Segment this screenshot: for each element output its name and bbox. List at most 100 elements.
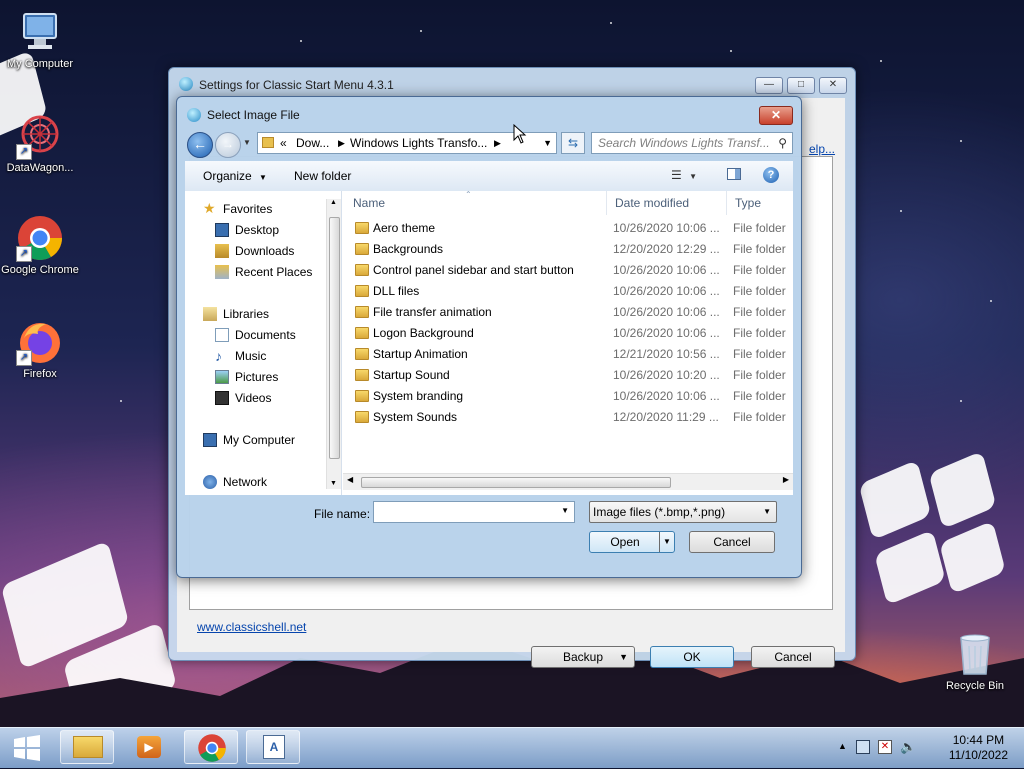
refresh-button[interactable]: ⇆: [561, 132, 585, 154]
nav-item-pictures[interactable]: Pictures: [215, 367, 341, 387]
nav-scrollbar-thumb[interactable]: [329, 217, 340, 459]
nav-item-recent-places[interactable]: Recent Places: [215, 262, 341, 282]
column-header-date[interactable]: Date modified: [607, 191, 727, 215]
column-header-type[interactable]: Type: [727, 191, 793, 215]
view-options-icon[interactable]: ☰ ▼: [671, 168, 697, 182]
desktop-icon-firefox[interactable]: ↗ Firefox: [0, 318, 80, 380]
file-type: File folder: [733, 326, 786, 340]
file-type: File folder: [733, 347, 786, 361]
network-tray-icon[interactable]: [856, 740, 870, 754]
desktop-icon-label: Firefox: [23, 368, 57, 380]
ok-label: OK: [683, 650, 701, 664]
file-name: File transfer animation: [373, 305, 492, 319]
close-button[interactable]: ✕: [819, 77, 847, 94]
open-button[interactable]: Open ▼: [589, 531, 675, 553]
downloads-icon: [215, 244, 229, 258]
ok-button[interactable]: OK: [650, 646, 734, 668]
file-row[interactable]: Startup Animation 12/21/2020 10:56 ... Fil…: [343, 344, 793, 365]
start-button[interactable]: [4, 730, 50, 766]
nav-label: Favorites: [223, 202, 273, 216]
file-date: 10/26/2020 10:06 ...: [613, 389, 720, 403]
address-dropdown-icon[interactable]: ▼: [543, 133, 552, 153]
dropdown-arrow-icon[interactable]: ▼: [561, 506, 569, 515]
help-link[interactable]: elp...: [809, 142, 835, 156]
nav-item-my-computer[interactable]: My Computer: [203, 430, 341, 450]
nav-item-favorites[interactable]: ★ Favorites: [203, 199, 341, 219]
file-row[interactable]: Logon Background 10/26/2020 10:06 ... File…: [343, 323, 793, 344]
breadcrumb-downloads[interactable]: Dow...: [296, 133, 329, 153]
taskbar-classic-shell[interactable]: A: [246, 730, 300, 764]
backup-button[interactable]: Backup ▼: [531, 646, 635, 668]
desktop-icon-my-computer[interactable]: My Computer: [0, 8, 80, 70]
nav-item-videos[interactable]: Videos: [215, 388, 341, 408]
music-icon: ♪: [215, 348, 222, 364]
volume-icon[interactable]: 🔈: [900, 739, 916, 755]
desktop-icon-recycle-bin[interactable]: Recycle Bin: [934, 630, 1016, 692]
address-bar[interactable]: « Dow... ▶ Windows Lights Transfo... ▶ ▼: [257, 132, 557, 154]
dialog-cancel-button[interactable]: Cancel: [689, 531, 775, 553]
organize-button[interactable]: Organize ▼: [203, 169, 267, 183]
file-row[interactable]: Startup Sound 10/26/2020 10:20 ... File fo…: [343, 365, 793, 386]
maximize-button[interactable]: □: [787, 77, 815, 94]
taskbar-media-player[interactable]: ▶: [122, 730, 176, 764]
action-center-icon[interactable]: ✕: [878, 740, 892, 754]
file-date: 12/20/2020 11:29 ...: [613, 410, 719, 424]
file-name: Startup Sound: [373, 368, 450, 382]
file-row[interactable]: Aero theme 10/26/2020 10:06 ... File folde…: [343, 218, 793, 239]
open-split-dropdown-icon[interactable]: ▼: [659, 532, 674, 552]
nav-item-downloads[interactable]: Downloads: [215, 241, 341, 261]
address-overflow[interactable]: «: [280, 133, 287, 153]
open-label: Open: [610, 535, 640, 549]
cancel-button[interactable]: Cancel: [751, 646, 835, 668]
desktop-icon-label: Recycle Bin: [945, 680, 1005, 692]
file-row[interactable]: System branding 10/26/2020 10:06 ... File …: [343, 386, 793, 407]
file-name: System branding: [373, 389, 464, 403]
search-input[interactable]: Search Windows Lights Transf... ⚲: [591, 132, 793, 154]
preview-pane-icon[interactable]: [727, 168, 741, 180]
file-row[interactable]: DLL files 10/26/2020 10:06 ... File folder: [343, 281, 793, 302]
file-type-select[interactable]: Image files (*.bmp,*.png) ▼: [589, 501, 777, 523]
file-row[interactable]: System Sounds 12/20/2020 11:29 ... File fo…: [343, 407, 793, 428]
file-row[interactable]: File transfer animation 10/26/2020 10:06 …: [343, 302, 793, 323]
file-row[interactable]: Control panel sidebar and start button 10…: [343, 260, 793, 281]
select-image-dialog: Select Image File ✕ ← → ▼ « Dow... ▶ Win…: [176, 96, 802, 578]
file-name-input[interactable]: ▼: [373, 501, 575, 523]
scroll-left-icon[interactable]: ◀: [347, 475, 353, 484]
scroll-right-icon[interactable]: ▶: [783, 475, 789, 484]
taskbar-explorer[interactable]: [60, 730, 114, 764]
new-folder-button[interactable]: New folder: [294, 169, 351, 183]
nav-scrollbar[interactable]: ▲ ▼: [326, 199, 341, 489]
file-scrollbar-thumb[interactable]: [361, 477, 671, 488]
datawagon-icon: ↗: [16, 112, 64, 160]
nav-item-music[interactable]: ♪ Music: [215, 346, 341, 366]
file-horizontal-scrollbar[interactable]: ◀ ▶: [343, 473, 793, 490]
clock[interactable]: 10:44 PM 11/10/2022: [949, 733, 1008, 763]
back-button[interactable]: ←: [187, 132, 213, 158]
file-date: 10/26/2020 10:06 ...: [613, 263, 720, 277]
scroll-down-icon[interactable]: ▼: [330, 480, 337, 487]
sort-arrow-icon: ⌃: [465, 191, 472, 199]
nav-item-network[interactable]: Network: [203, 472, 341, 492]
nav-item-libraries[interactable]: Libraries: [203, 304, 341, 324]
website-link[interactable]: www.classicshell.net: [197, 620, 306, 634]
nav-item-documents[interactable]: Documents: [215, 325, 341, 345]
dialog-close-button[interactable]: ✕: [759, 106, 793, 125]
column-date-label: Date modified: [615, 196, 690, 210]
dialog-toolbar: Organize ▼ New folder ☰ ▼ ?: [185, 161, 793, 192]
help-icon[interactable]: ?: [763, 167, 779, 183]
nav-item-desktop[interactable]: Desktop: [215, 220, 341, 240]
desktop-icon-google-chrome[interactable]: ↗ Google Chrome: [0, 214, 80, 276]
desktop-icon-datawagon[interactable]: ↗ DataWagon...: [0, 112, 80, 174]
file-row[interactable]: Backgrounds 12/20/2020 12:29 ... File fold…: [343, 239, 793, 260]
show-hidden-icons-icon[interactable]: ▲: [838, 741, 847, 751]
forward-button[interactable]: →: [215, 132, 241, 158]
file-date: 10/26/2020 10:06 ...: [613, 221, 720, 235]
history-dropdown-icon[interactable]: ▼: [243, 138, 251, 147]
nav-label: Videos: [235, 391, 272, 405]
column-header-name[interactable]: Name ⌃: [345, 191, 607, 215]
breadcrumb-current[interactable]: Windows Lights Transfo...: [350, 133, 487, 153]
file-type: File folder: [733, 389, 786, 403]
scroll-up-icon[interactable]: ▲: [330, 199, 337, 206]
taskbar-chrome[interactable]: [184, 730, 238, 764]
minimize-button[interactable]: —: [755, 77, 783, 94]
